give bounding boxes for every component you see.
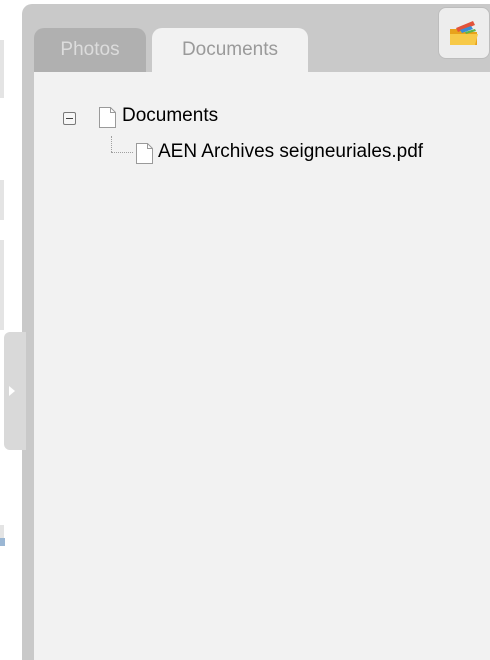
file-icon [136, 143, 153, 164]
file-icon [99, 107, 116, 128]
chevron-right-icon [9, 386, 15, 396]
edit-folder-button[interactable] [438, 7, 490, 59]
tab-documents[interactable]: Documents [152, 28, 308, 72]
tree-connector [111, 136, 112, 152]
folder-pencil-icon [450, 21, 478, 45]
left-edge-mark [0, 40, 4, 98]
collapse-tree-toggle[interactable] [63, 112, 76, 125]
tree-connector [111, 152, 133, 153]
left-edge-mark [0, 180, 4, 220]
left-edge-strip [0, 0, 24, 660]
collapse-panel-handle[interactable] [4, 332, 26, 450]
documents-panel: Photos Documents Documents AEN Archives … [22, 4, 490, 660]
tree-node-pdf-file[interactable]: AEN Archives seigneuriales.pdf [158, 141, 423, 163]
tree-node-documents[interactable]: Documents [122, 105, 218, 127]
tab-photos[interactable]: Photos [34, 28, 146, 72]
document-tree-area: Documents AEN Archives seigneuriales.pdf [34, 72, 490, 660]
left-edge-mark [0, 240, 4, 330]
left-edge-dot [0, 538, 5, 546]
